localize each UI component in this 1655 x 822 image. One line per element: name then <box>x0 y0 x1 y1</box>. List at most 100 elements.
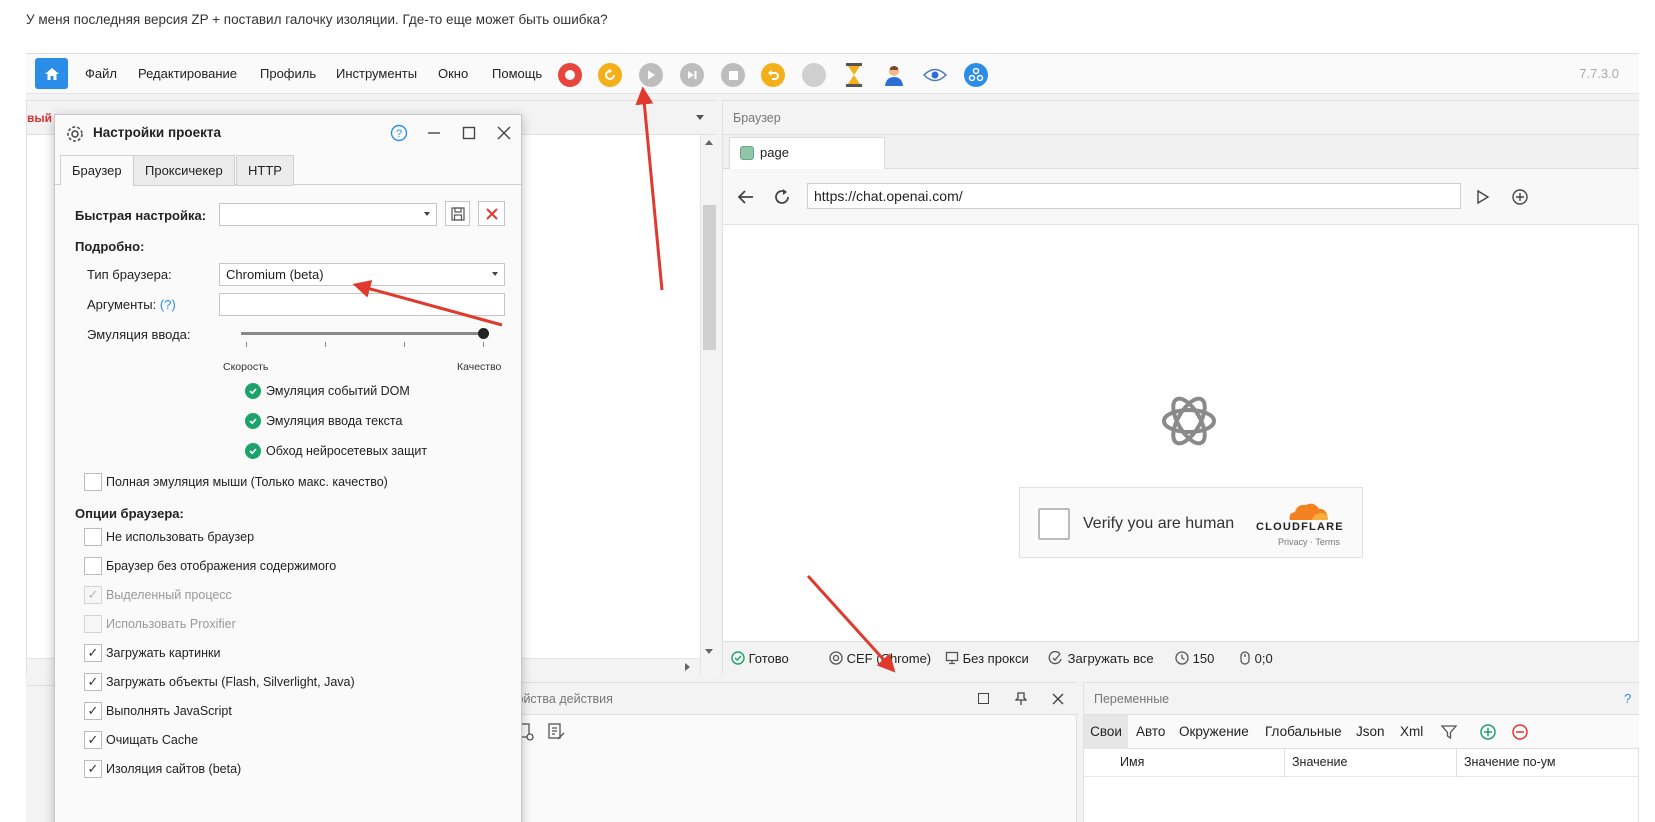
help-icon[interactable]: ? <box>1624 691 1631 706</box>
option-load-objects[interactable]: ✓ Загружать объекты (Flash, Silverlight, … <box>84 673 355 691</box>
tab-http[interactable]: HTTP <box>236 155 294 186</box>
restart-button[interactable] <box>598 63 622 87</box>
page-favicon-icon <box>740 146 754 160</box>
menu-help[interactable]: Помощь <box>492 54 542 94</box>
maximize-icon[interactable] <box>978 693 989 704</box>
variables-panel: Переменные ? Свои Авто Окружение Глобаль… <box>1083 682 1639 822</box>
url-input[interactable]: https://chat.openai.com/ <box>807 183 1461 209</box>
checkbox[interactable]: ✓ <box>84 702 102 720</box>
browser-tab-bar: page <box>723 135 1639 170</box>
undo-button[interactable] <box>761 63 785 87</box>
slider-thumb[interactable] <box>478 328 489 339</box>
checkbox[interactable] <box>84 528 102 546</box>
checkbox <box>84 615 102 633</box>
properties-panel-title: войства действия <box>500 683 1078 715</box>
edit-doc-icon[interactable] <box>548 723 566 741</box>
play-button[interactable] <box>639 63 663 87</box>
option-site-isolation[interactable]: ✓ Изоляция сайтов (beta) <box>84 760 241 778</box>
editor-vertical-scrollbar[interactable] <box>700 135 717 675</box>
arguments-help-link[interactable]: (?) <box>160 297 176 312</box>
green-check-text: Эмуляция ввода текста <box>245 413 402 429</box>
checkbox[interactable] <box>84 557 102 575</box>
input-emulation-slider[interactable] <box>241 320 489 350</box>
vars-tab-global[interactable]: Глобальные <box>1265 715 1342 749</box>
add-variable-icon[interactable] <box>1480 724 1496 740</box>
eye-button[interactable] <box>923 63 947 87</box>
menu-profile[interactable]: Профиль <box>260 54 316 94</box>
user-button[interactable] <box>882 63 906 87</box>
tab-proxychecker[interactable]: Проксичекер <box>133 155 235 186</box>
col-name[interactable]: Имя <box>1120 755 1144 769</box>
reload-icon[interactable] <box>773 188 791 206</box>
quick-setup-label: Быстрая настройка: <box>75 208 207 223</box>
captcha-checkbox[interactable] <box>1038 508 1070 540</box>
network-button[interactable] <box>964 63 988 87</box>
dialog-help-button[interactable]: ? <box>387 121 411 145</box>
option-javascript[interactable]: ✓ Выполнять JavaScript <box>84 702 232 720</box>
checkbox[interactable]: ✓ <box>84 731 102 749</box>
close-icon[interactable] <box>1052 693 1064 705</box>
scroll-down-icon[interactable] <box>705 649 713 654</box>
tab-browser[interactable]: Браузер <box>60 155 134 186</box>
checkbox[interactable]: ✓ <box>84 644 102 662</box>
add-tab-icon[interactable] <box>1511 188 1529 206</box>
status-engine[interactable]: CEF (Chrome) <box>829 642 931 676</box>
quick-setup-select[interactable] <box>219 203 437 226</box>
status-mouse: 0;0 <box>1239 642 1273 676</box>
menu-tools[interactable]: Инструменты <box>336 54 417 94</box>
menu-edit[interactable]: Редактирование <box>138 54 237 94</box>
scroll-right-icon[interactable] <box>685 663 690 671</box>
full-mouse-option[interactable]: Полная эмуляция мыши (Только макс. качес… <box>84 473 388 491</box>
pin-icon[interactable] <box>1015 692 1027 706</box>
option-clear-cache[interactable]: ✓ Очищать Cache <box>84 731 198 749</box>
chevron-down-icon[interactable] <box>696 115 704 120</box>
scroll-thumb[interactable] <box>703 205 716 350</box>
browser-nav-bar: https://chat.openai.com/ <box>723 169 1639 225</box>
dialog-close-button[interactable] <box>492 121 516 145</box>
save-preset-button[interactable] <box>445 201 470 226</box>
home-button[interactable] <box>35 58 68 89</box>
browser-tab-page[interactable]: page <box>729 137 885 170</box>
go-icon[interactable] <box>1475 189 1491 205</box>
menu-window[interactable]: Окно <box>438 54 468 94</box>
checkbox[interactable]: ✓ <box>84 673 102 691</box>
privacy-terms-link[interactable]: Privacy · Terms <box>1278 537 1340 547</box>
checkbox[interactable]: ✓ <box>84 760 102 778</box>
browser-status-bar: Готово CEF (Chrome) Без прокси Загружать… <box>723 641 1639 675</box>
vars-tab-xml[interactable]: Xml <box>1400 715 1423 749</box>
browser-panel: Браузер page https://chat.openai.com/ Ve… <box>722 100 1639 675</box>
step-button[interactable] <box>680 63 704 87</box>
vars-tab-auto[interactable]: Авто <box>1136 715 1165 749</box>
filter-icon[interactable] <box>1441 724 1457 740</box>
variables-panel-title: Переменные <box>1084 683 1639 715</box>
status-timeout[interactable]: 150 <box>1175 642 1214 676</box>
record-icon <box>565 70 575 80</box>
status-load[interactable]: Загружать все <box>1048 642 1154 676</box>
menu-file[interactable]: Файл <box>85 54 117 94</box>
home-icon <box>44 67 59 80</box>
question-text: У меня последняя версия ZP + поставил га… <box>26 12 608 27</box>
status-proxy[interactable]: Без прокси <box>945 642 1029 676</box>
back-arrow-icon[interactable] <box>737 188 755 206</box>
option-no-browser[interactable]: Не использовать браузер <box>84 528 254 546</box>
vars-tab-env[interactable]: Окружение <box>1179 715 1249 749</box>
arguments-input[interactable] <box>219 293 505 316</box>
dialog-maximize-button[interactable] <box>457 121 481 145</box>
remove-variable-icon[interactable] <box>1512 724 1528 740</box>
stop-button[interactable] <box>721 63 745 87</box>
editor-tab-fragment[interactable]: вый <box>27 111 52 125</box>
vars-tab-own[interactable]: Свои <box>1084 715 1128 749</box>
browser-type-select[interactable]: Chromium (beta) <box>219 263 505 286</box>
col-default[interactable]: Значение по-ум <box>1464 755 1556 769</box>
scroll-up-icon[interactable] <box>705 140 713 145</box>
record-button[interactable] <box>558 63 582 87</box>
circle-button[interactable] <box>802 63 826 87</box>
option-load-images[interactable]: ✓ Загружать картинки <box>84 644 220 662</box>
dialog-minimize-button[interactable] <box>422 121 446 145</box>
option-headless[interactable]: Браузер без отображения содержимого <box>84 557 336 575</box>
hourglass-button[interactable] <box>842 63 866 87</box>
col-value[interactable]: Значение <box>1292 755 1347 769</box>
vars-tab-json[interactable]: Json <box>1356 715 1385 749</box>
checkbox[interactable] <box>84 473 102 491</box>
delete-preset-button[interactable] <box>478 201 505 226</box>
